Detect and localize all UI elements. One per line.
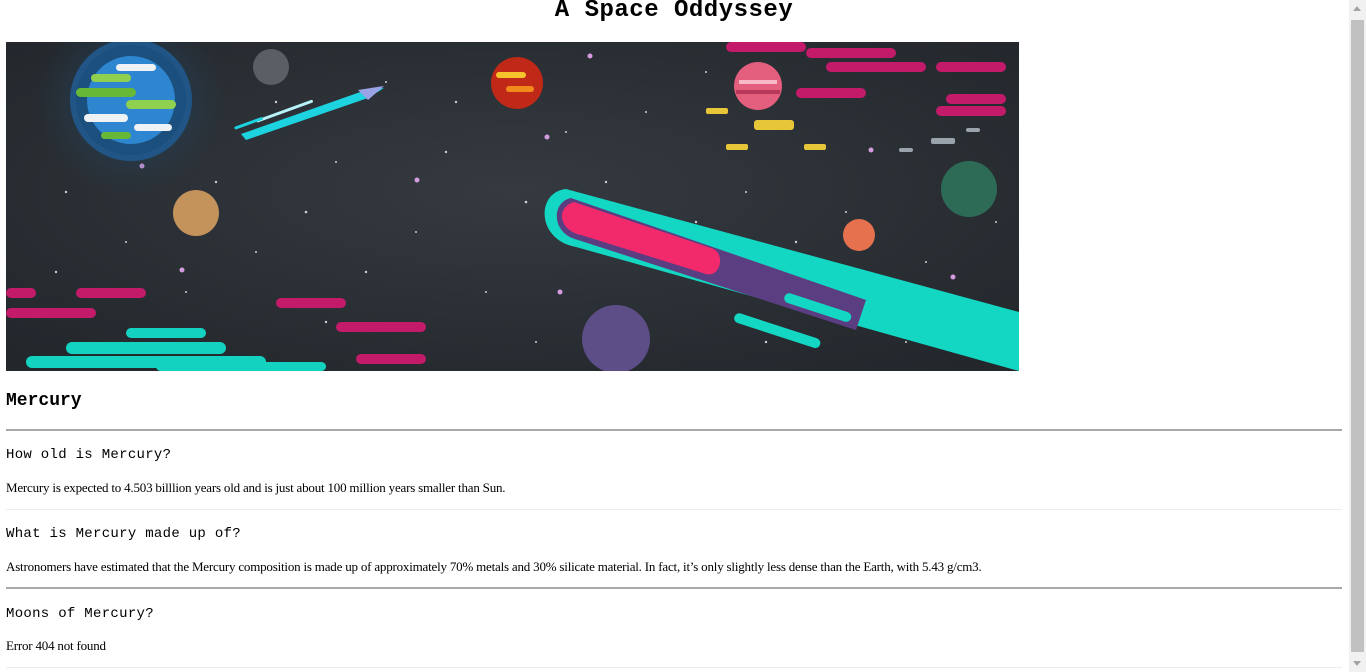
orange-planet [843,219,875,251]
green-planet [941,161,997,217]
answer-moons: Error 404 not found [6,638,106,653]
fire-planet [491,57,543,109]
grey-moon [253,49,289,85]
scroll-up-arrow-icon[interactable] [1353,6,1361,11]
page-content: A Space Oddyssey Mercury How old is Merc… [6,0,1342,668]
scroll-down-arrow-icon[interactable] [1353,661,1361,666]
answer-age: Mercury is expected to 4.503 billlion ye… [6,480,506,495]
scroll-thumb[interactable] [1351,20,1364,652]
heading-divider [6,429,1342,431]
site-title: A Space Oddyssey [554,0,794,24]
vertical-scrollbar[interactable] [1349,0,1366,672]
question-composition: What is Mercury made up of? [6,526,241,542]
tan-planet [173,190,219,236]
answer-composition: Astronomers have estimated that the Merc… [6,559,982,574]
pink-planet [734,62,782,110]
section-divider-bottom [6,667,1342,668]
question-age: How old is Mercury? [6,447,172,463]
question-moons: Moons of Mercury? [6,606,154,622]
purple-planet [582,305,650,371]
section-divider [6,509,1342,510]
section-divider-thick [6,587,1342,589]
banner-image [6,42,1019,371]
planet-heading: Mercury [6,391,82,411]
